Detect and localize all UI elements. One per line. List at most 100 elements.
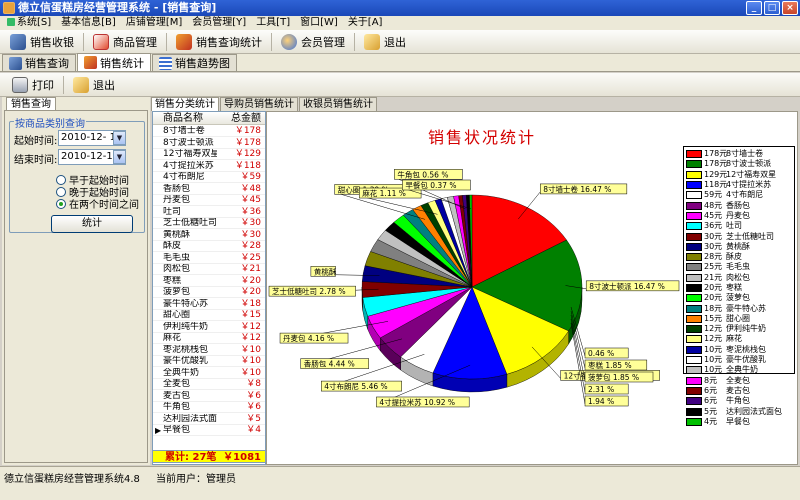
tab-guide-stats[interactable]: 导购员销售统计: [220, 97, 298, 111]
grid-header: 商品名称 总金额: [153, 112, 265, 125]
cell-total-amount: ￥45: [240, 195, 261, 205]
cell-product-name: 枣泥桃栈包: [163, 344, 209, 355]
cell-total-amount: ￥59: [240, 172, 261, 182]
table-row[interactable]: 全麦包 ￥8: [153, 379, 265, 390]
legend-entry: 4元 早餐包: [686, 417, 794, 427]
col-total-amount[interactable]: 总金额: [217, 112, 265, 124]
exit-icon: [73, 76, 89, 93]
system-menu-icon: [7, 18, 15, 26]
members-icon: [281, 33, 297, 50]
table-row[interactable]: 吐司 ￥36: [153, 207, 265, 218]
tab-sales-trend[interactable]: 销售趋势图: [152, 54, 237, 71]
product-icon: [93, 33, 109, 50]
sales-query-stat-button[interactable]: 销售查询统计: [170, 31, 268, 53]
table-row[interactable]: 达利园法式面包 ￥5: [153, 414, 265, 425]
menu-store[interactable]: 店铺管理[M]: [121, 16, 187, 30]
tab-category-stats[interactable]: 销售分类统计: [151, 97, 219, 111]
cell-total-amount: ￥10: [240, 344, 261, 355]
legend-swatch: [686, 211, 702, 220]
menu-member[interactable]: 会员管理[Y]: [187, 16, 251, 30]
legend-value: 48元: [704, 200, 723, 210]
table-row[interactable]: 牛角包 ￥6: [153, 402, 265, 413]
legend-entry: 30元 黄桃酥: [686, 242, 794, 252]
menu-system[interactable]: 系统[S]: [2, 16, 56, 30]
table-row[interactable]: 枣泥桃栈包 ￥10: [153, 345, 265, 356]
legend-entry: 20元 菠萝包: [686, 293, 794, 303]
legend-label: 达利园法式面包: [726, 406, 782, 416]
table-row[interactable]: 8寸墙士卷 ￥178: [153, 126, 265, 137]
exit-button[interactable]: 退出: [358, 31, 412, 53]
table-row[interactable]: 菠萝包 ￥20: [153, 287, 265, 298]
slice-label: 2.31 %: [588, 385, 614, 394]
legend-value: 28元: [704, 252, 723, 262]
cell-total-amount: ￥129: [234, 149, 261, 159]
legend-swatch: [686, 376, 702, 385]
table-row[interactable]: 芝士低糖吐司 ￥30: [153, 218, 265, 229]
close-button[interactable]: ×: [782, 1, 798, 15]
radio-between[interactable]: 在两个时间之间: [56, 196, 139, 211]
table-row[interactable]: 4寸提拉米苏 ￥118: [153, 161, 265, 172]
group-title: 按商品类别查询: [14, 115, 86, 130]
cell-total-amount: ￥5: [246, 413, 261, 424]
minimize-button[interactable]: _: [746, 1, 762, 15]
legend-swatch: [686, 356, 702, 365]
slice-label: 丹麦包 4.16 %: [283, 333, 334, 343]
table-row[interactable]: 豪牛优酸乳 ￥10: [153, 356, 265, 367]
cell-product-name: 8寸墙士卷: [163, 126, 205, 136]
maximize-button[interactable]: □: [764, 1, 780, 15]
member-manage-button[interactable]: 会员管理: [275, 31, 351, 53]
legend-swatch: [686, 325, 702, 334]
slice-label: 0.46 %: [588, 349, 614, 358]
legend-label: 4寸布朗尼: [726, 190, 764, 200]
tab-cashier-stats[interactable]: 收银员销售统计: [299, 97, 377, 111]
table-row[interactable]: 毛毛虫 ￥25: [153, 253, 265, 264]
table-row[interactable]: 麻花 ￥12: [153, 333, 265, 344]
table-row[interactable]: 黄桃酥 ￥30: [153, 230, 265, 241]
menu-about[interactable]: 关于[A]: [343, 16, 388, 30]
menu-window[interactable]: 窗口[W]: [295, 16, 343, 30]
stat-button[interactable]: 统计: [51, 215, 133, 233]
legend-value: 8元: [704, 375, 718, 385]
table-row[interactable]: 全典牛奶 ￥10: [153, 368, 265, 379]
print-button[interactable]: 打印: [6, 74, 60, 96]
tab-sales-stats[interactable]: 销售统计: [77, 53, 151, 71]
legend-swatch: [686, 191, 702, 200]
cell-total-amount: ￥30: [240, 218, 261, 228]
start-dropdown-icon[interactable]: ▼: [113, 131, 126, 145]
printer-icon: [12, 76, 28, 93]
main-toolbar: 销售收银 商品管理 销售查询统计 会员管理 退出: [0, 30, 800, 54]
legend-entry: 36元 吐司: [686, 221, 794, 231]
legend-swatch: [686, 284, 702, 292]
legend-label: 早餐包: [726, 416, 750, 426]
table-row[interactable]: 肉松包 ￥21: [153, 264, 265, 275]
table-row[interactable]: 伊利纯牛奶 ￥12: [153, 322, 265, 333]
sub-exit-button[interactable]: 退出: [67, 74, 121, 96]
legend-entry: 12元 麻花: [686, 334, 794, 344]
table-row[interactable]: 甜心圈 ￥15: [153, 310, 265, 321]
table-row[interactable]: 酥皮 ￥28: [153, 241, 265, 252]
legend-entry: 10元 全典牛奶: [686, 365, 794, 375]
legend-label: 芝士低糖吐司: [726, 231, 774, 241]
table-row[interactable]: 8寸波士顿派 ￥178: [153, 138, 265, 149]
table-row[interactable]: 豪牛特心苏 ￥18: [153, 299, 265, 310]
exit-icon: [364, 33, 380, 50]
footer-count: 累计: 27笔: [165, 452, 217, 463]
menu-tools[interactable]: 工具[T]: [251, 16, 295, 30]
end-dropdown-icon[interactable]: ▼: [113, 150, 126, 164]
table-row[interactable]: 麦古包 ￥6: [153, 391, 265, 402]
table-row[interactable]: 枣糕 ￥20: [153, 276, 265, 287]
end-time-label: 结束时间:: [14, 155, 58, 166]
legend-label: 豪牛特心苏: [726, 303, 766, 313]
legend-value: 36元: [704, 221, 723, 231]
menu-basic-info[interactable]: 基本信息[B]: [56, 16, 121, 30]
tab-sales-query[interactable]: 销售查询: [2, 54, 76, 71]
table-row[interactable]: ▶ 早餐包 ￥4: [153, 425, 265, 436]
table-row[interactable]: 丹麦包 ￥45: [153, 195, 265, 206]
table-row[interactable]: 12寸福寿双星 ￥129: [153, 149, 265, 160]
product-manage-button[interactable]: 商品管理: [87, 31, 163, 53]
table-row[interactable]: 香肠包 ￥48: [153, 184, 265, 195]
tab-query-panel[interactable]: 销售查询: [6, 97, 56, 111]
sales-cashier-button[interactable]: 销售收银: [4, 31, 80, 53]
table-row[interactable]: 4寸布朗尼 ￥59: [153, 172, 265, 183]
col-product-name[interactable]: 商品名称: [153, 112, 217, 124]
